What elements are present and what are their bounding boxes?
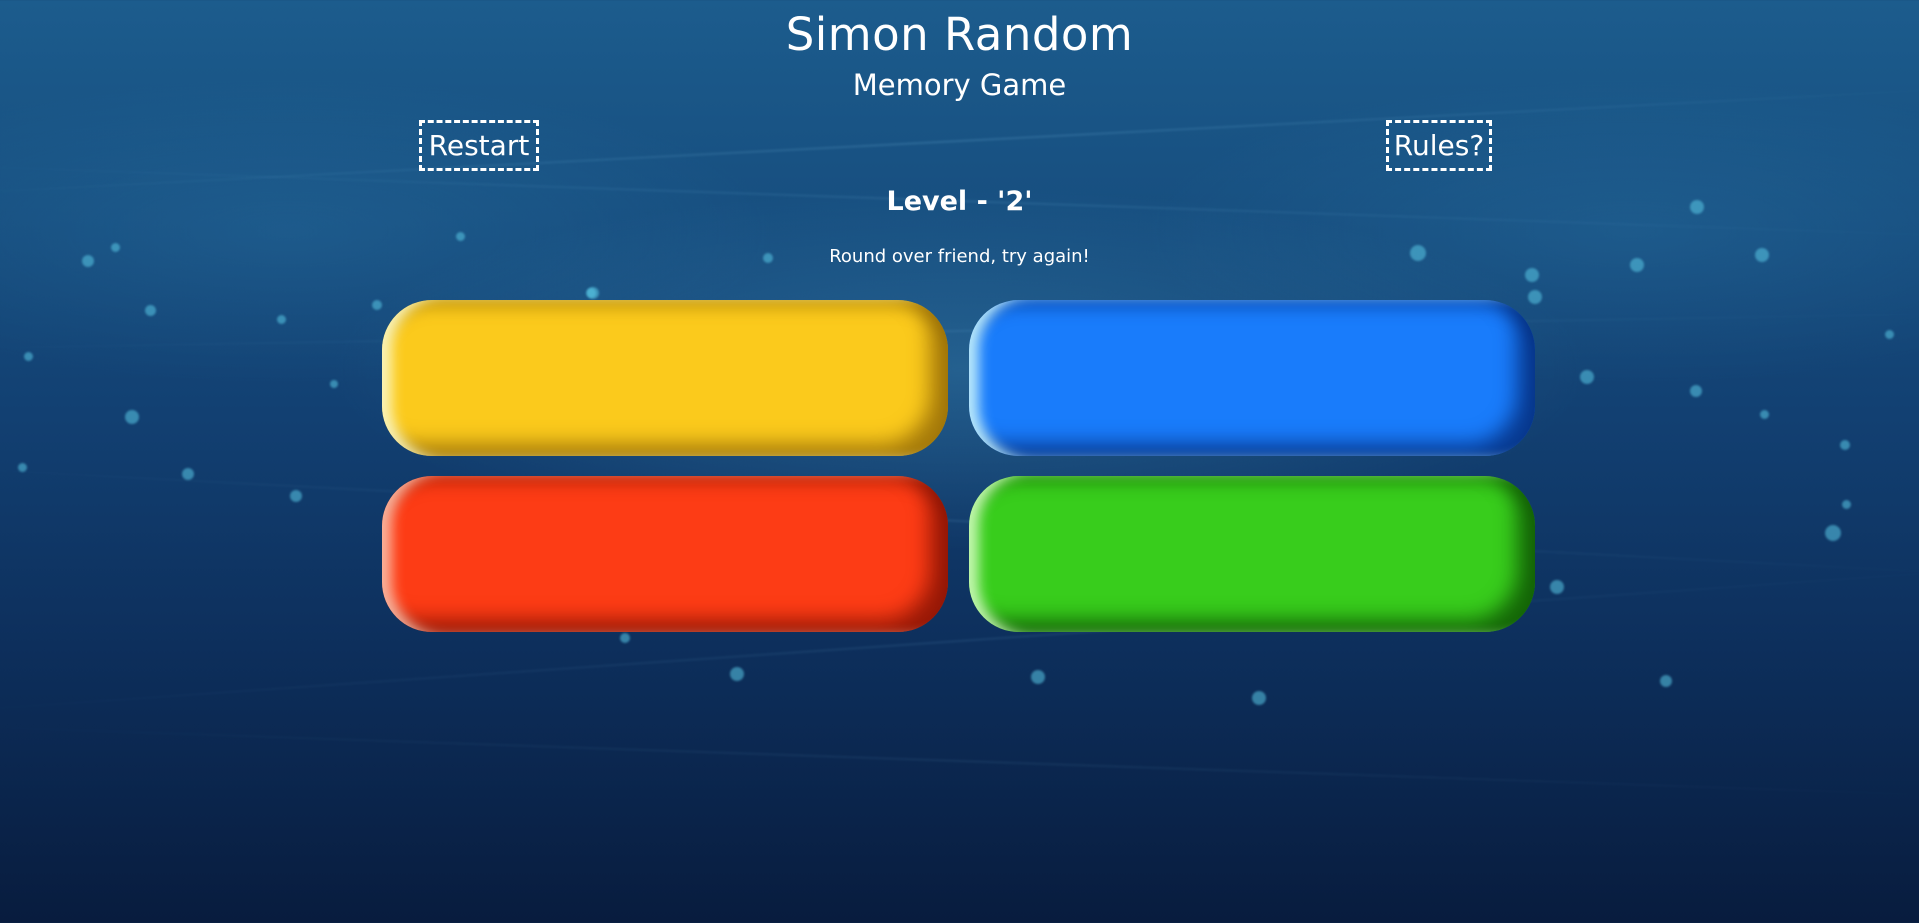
yellow-pad[interactable] (382, 300, 948, 456)
background-bokeh (0, 0, 1919, 923)
blue-pad[interactable] (969, 300, 1535, 456)
status-message: Round over friend, try again! (829, 246, 1090, 267)
app-subtitle: Memory Game (852, 68, 1067, 102)
app-title: Simon Random (785, 8, 1134, 61)
level-indicator: Level - '2' (886, 186, 1033, 217)
restart-button[interactable]: Restart (419, 120, 539, 171)
rules-button[interactable]: Rules? (1386, 120, 1492, 171)
red-pad[interactable] (382, 476, 948, 632)
green-pad[interactable] (969, 476, 1535, 632)
